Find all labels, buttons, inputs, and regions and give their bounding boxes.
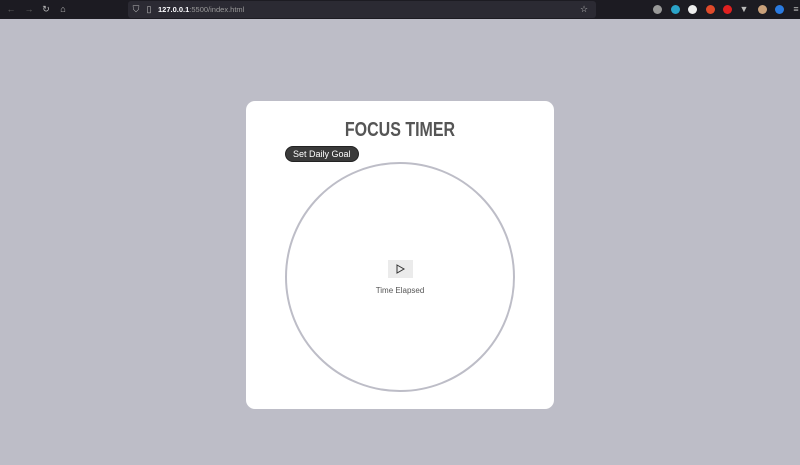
- back-icon[interactable]: ←: [5, 3, 17, 15]
- download-icon[interactable]: [671, 5, 680, 14]
- address-bar[interactable]: ⛉ ▯ 127.0.0.1:5500/index.html ☆: [128, 1, 596, 18]
- menu-icon[interactable]: ≡: [790, 3, 800, 15]
- reload-icon[interactable]: ↻: [40, 3, 52, 15]
- page-title: FOCUS TIMER: [344, 119, 456, 141]
- pocket-icon[interactable]: [653, 5, 662, 14]
- bookmark-star-icon[interactable]: ☆: [578, 3, 590, 15]
- extension-icon[interactable]: [723, 5, 732, 14]
- extension-icon[interactable]: [688, 5, 697, 14]
- play-icon: [396, 264, 405, 274]
- shield-icon[interactable]: ⛉: [130, 3, 142, 15]
- extension-icon[interactable]: [758, 5, 767, 14]
- url-host: 127.0.0.1: [158, 5, 190, 14]
- time-elapsed-label: Time Elapsed: [375, 286, 425, 295]
- timer-card: FOCUS TIMER Set Daily Goal Time Elapsed: [246, 101, 554, 409]
- play-button[interactable]: [388, 260, 413, 278]
- page-icon: ▯: [146, 3, 152, 14]
- url-path: :5500/index.html: [189, 5, 245, 14]
- extension-icon[interactable]: [706, 5, 715, 14]
- extension-icon[interactable]: [775, 5, 784, 14]
- home-icon[interactable]: ⌂: [57, 3, 69, 15]
- set-daily-goal-button[interactable]: Set Daily Goal: [285, 146, 359, 162]
- extension-icon[interactable]: ▼: [738, 3, 750, 15]
- browser-toolbar: ← → ↻ ⌂ ⛉ ▯ 127.0.0.1:5500/index.html ☆ …: [0, 0, 800, 19]
- forward-icon[interactable]: →: [23, 3, 35, 15]
